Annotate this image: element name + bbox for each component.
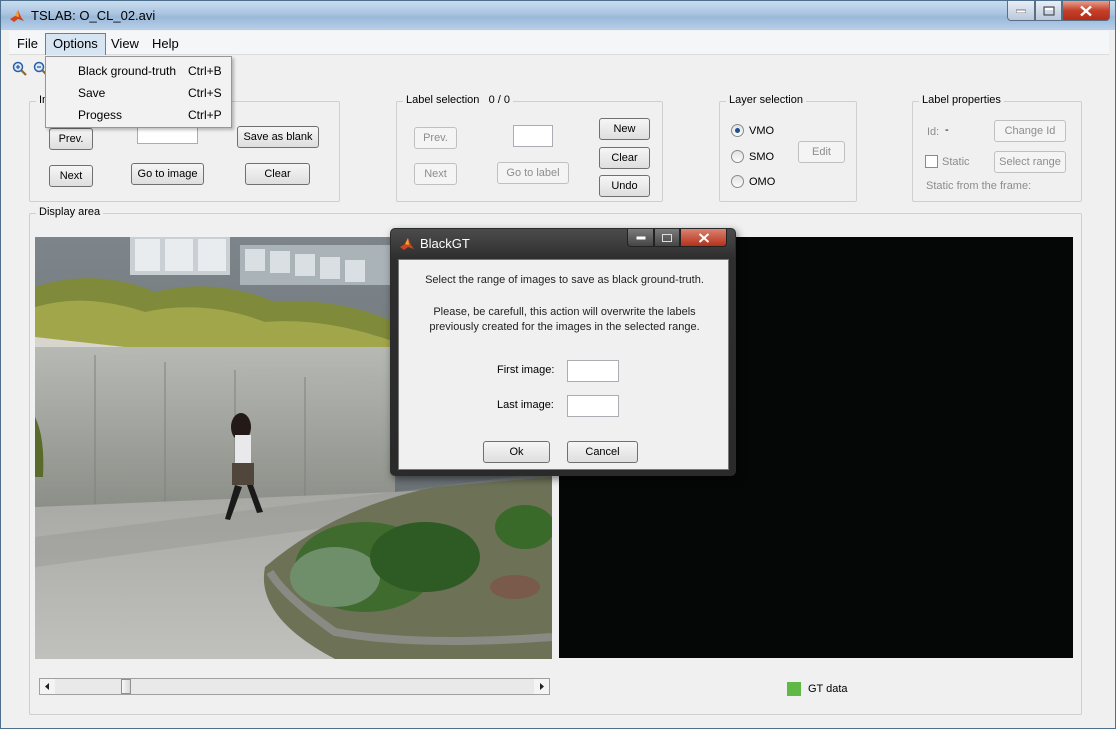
dialog-body: Select the range of images to save as bl… — [398, 259, 729, 470]
static-label: Static — [942, 156, 970, 168]
menu-item-save-label: Save — [78, 86, 106, 100]
maximize-icon — [1043, 6, 1054, 15]
ok-button[interactable]: Ok — [483, 441, 550, 463]
dialog-minimize-button[interactable] — [627, 229, 654, 247]
display-area-title: Display area — [36, 206, 104, 218]
cancel-button[interactable]: Cancel — [567, 441, 638, 463]
change-id-button[interactable]: Change Id — [994, 120, 1066, 142]
clear-image-button[interactable]: Clear — [245, 163, 310, 185]
radio-smo[interactable] — [731, 150, 744, 163]
undo-button[interactable]: Undo — [599, 175, 650, 197]
id-label: Id: — [927, 126, 940, 138]
menu-item-progress-label: Progess — [78, 108, 123, 122]
gt-data-swatch — [787, 682, 801, 696]
arrow-left-icon — [45, 683, 49, 690]
label-number-input[interactable] — [513, 125, 553, 147]
dialog-close-button[interactable] — [680, 229, 727, 247]
label-selection-title-text: Label selection — [406, 94, 480, 106]
next-image-button[interactable]: Next — [49, 165, 93, 187]
id-value: - — [945, 124, 949, 136]
menu-options[interactable]: Options — [45, 33, 106, 55]
first-image-label: First image: — [497, 364, 555, 376]
select-range-button[interactable]: Select range — [994, 151, 1066, 173]
dialog-warning-line1: Please, be carefull, this action will ov… — [433, 306, 696, 318]
radio-omo-label: OMO — [749, 176, 776, 188]
label-selection-title: Label selection 0 / 0 — [403, 94, 513, 106]
first-image-input[interactable] — [567, 360, 619, 382]
menu-item-black-ground-truth[interactable]: Black ground-truth Ctrl+B — [78, 60, 228, 82]
menu-item-progress[interactable]: Progess Ctrl+P — [78, 104, 228, 126]
menu-view[interactable]: View — [104, 33, 146, 55]
menu-item-save[interactable]: Save Ctrl+S — [78, 82, 228, 104]
menu-item-save-shortcut: Ctrl+S — [188, 86, 222, 100]
radio-omo[interactable] — [731, 175, 744, 188]
close-button[interactable] — [1062, 1, 1110, 21]
dialog-instruction: Select the range of images to save as bl… — [425, 274, 704, 286]
menu-item-black-ground-truth-label: Black ground-truth — [78, 64, 177, 78]
menu-bar: File Options View Help — [9, 31, 1109, 55]
maximize-icon — [662, 233, 672, 242]
next-label-button[interactable]: Next — [414, 163, 457, 185]
radio-vmo[interactable] — [731, 124, 744, 137]
menu-file[interactable]: File — [10, 33, 45, 55]
radio-smo-label: SMO — [749, 151, 775, 163]
title-bar[interactable]: TSLAB: O_CL_02.avi — [1, 1, 1115, 30]
arrow-right-icon — [540, 683, 544, 690]
new-label-button[interactable]: New — [599, 118, 650, 140]
go-to-label-button[interactable]: Go to label — [497, 162, 569, 184]
minimize-button[interactable] — [1007, 1, 1035, 21]
static-checkbox[interactable] — [925, 155, 938, 168]
options-dropdown: Black ground-truth Ctrl+B Save Ctrl+S Pr… — [45, 56, 232, 128]
frame-slider[interactable] — [39, 678, 550, 695]
static-from-frame-label: Static from the frame: — [926, 180, 1032, 192]
matlab-icon — [10, 10, 24, 22]
prev-label-button[interactable]: Prev. — [414, 127, 457, 149]
main-window: TSLAB: O_CL_02.avi File Options View Hel… — [0, 0, 1116, 729]
dialog-title: BlackGT — [420, 236, 470, 251]
label-properties-title: Label properties — [919, 94, 1004, 106]
go-to-image-button[interactable]: Go to image — [131, 163, 204, 185]
prev-image-button[interactable]: Prev. — [49, 128, 93, 150]
close-icon — [698, 232, 709, 243]
last-image-label: Last image: — [497, 399, 554, 411]
menu-help[interactable]: Help — [145, 33, 186, 55]
last-image-input[interactable] — [567, 395, 619, 417]
gt-data-label: GT data — [808, 683, 848, 695]
slider-right-button[interactable] — [534, 679, 549, 694]
blackgt-dialog: BlackGT Select the range of images to sa… — [390, 228, 736, 476]
minimize-icon — [636, 236, 645, 239]
label-count: 0 / 0 — [488, 94, 510, 106]
minimize-icon — [1016, 9, 1026, 13]
dialog-maximize-button[interactable] — [654, 229, 680, 247]
close-icon — [1080, 5, 1092, 16]
slider-thumb[interactable] — [121, 679, 131, 694]
window-title: TSLAB: O_CL_02.avi — [31, 8, 156, 23]
matlab-icon — [400, 238, 414, 250]
layer-selection-title: Layer selection — [726, 94, 806, 106]
radio-vmo-label: VMO — [749, 125, 775, 137]
menu-item-black-ground-truth-shortcut: Ctrl+B — [188, 64, 222, 78]
maximize-button[interactable] — [1035, 1, 1062, 21]
zoom-in-icon[interactable] — [12, 61, 28, 77]
dialog-warning-line2: previously created for the images in the… — [429, 321, 700, 333]
slider-left-button[interactable] — [40, 679, 55, 694]
clear-label-button[interactable]: Clear — [599, 147, 650, 169]
save-as-blank-button[interactable]: Save as blank — [237, 126, 319, 148]
menu-item-progress-shortcut: Ctrl+P — [188, 108, 222, 122]
edit-layer-button[interactable]: Edit — [798, 141, 845, 163]
